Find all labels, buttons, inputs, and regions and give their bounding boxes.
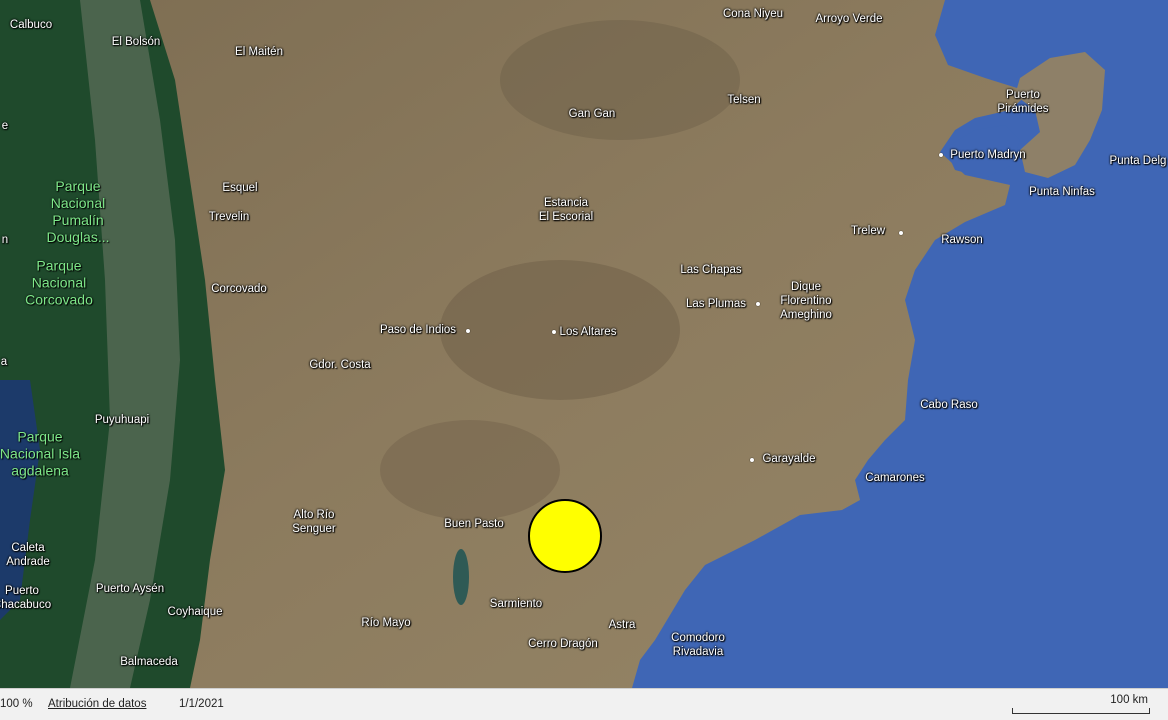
place-label-trelew: Trelew — [850, 225, 886, 237]
place-label-gdor-costa: Gdor. Costa — [309, 359, 371, 371]
place-label-calbuco: Calbuco — [9, 19, 53, 31]
place-label-caleta-andrade: Caleta Andrade — [6, 542, 50, 568]
place-label-puerto-aysen: Puerto Aysén — [95, 583, 165, 595]
park-label-corcovado: Parque Nacional Corcovado — [25, 257, 93, 308]
place-label-esquel: Esquel — [222, 182, 258, 194]
data-attribution-link[interactable]: Atribución de datos — [48, 698, 146, 710]
scale-label: 100 km — [1110, 694, 1148, 706]
place-label-trevelin: Trevelin — [208, 211, 250, 223]
place-label-astra: Astra — [608, 619, 636, 631]
scale-bar — [1012, 708, 1150, 714]
place-label-corcovado: Corcovado — [211, 283, 267, 295]
town-dot-los-altares — [552, 330, 556, 334]
place-label-cona-niyeu: Cona Niyeu — [722, 8, 784, 20]
dark-patch-2 — [500, 20, 740, 140]
edge-label-a: a — [0, 356, 8, 368]
place-label-cabo-raso: Cabo Raso — [920, 399, 978, 411]
place-label-comodoro-rivadavia: Comodoro Rivadavia — [671, 632, 725, 658]
place-label-rio-mayo: Río Mayo — [361, 617, 411, 629]
place-label-las-plumas: Las Plumas — [685, 298, 747, 310]
place-label-puerto-madryn: Puerto Madryn — [950, 149, 1026, 161]
place-label-rawson: Rawson — [941, 234, 983, 246]
zoom-level: 100 % — [0, 698, 33, 710]
park-label-isla-magdalena: Parque Nacional Isla agdalena — [0, 428, 81, 479]
lago-musters — [453, 549, 469, 605]
place-label-dique-florentino-ameghino: Dique Florentino Ameghino — [780, 281, 832, 321]
town-dot-garayalde — [750, 458, 754, 462]
place-label-balmaceda: Balmaceda — [120, 656, 178, 668]
place-label-las-chapas: Las Chapas — [680, 264, 742, 276]
place-label-puerto-piramides: Puerto Pirámides — [997, 89, 1049, 115]
place-label-el-maiten: El Maitén — [235, 46, 283, 58]
edge-label-n: n — [1, 234, 9, 246]
imagery-date: 1/1/2021 — [179, 698, 224, 710]
dark-patch-3 — [380, 420, 560, 520]
place-label-punta-ninfas: Punta Ninfas — [1029, 186, 1095, 198]
park-label-pumalin-douglas: Parque Nacional Pumalín Douglas... — [46, 178, 110, 245]
place-label-gan-gan: Gan Gan — [568, 108, 616, 120]
place-label-el-bolson: El Bolsón — [111, 36, 161, 48]
place-label-estancia-el-escorial: Estancia El Escorial — [538, 197, 594, 223]
town-dot-paso-de-indios — [466, 329, 470, 333]
edge-label-e: e — [1, 120, 9, 132]
town-dot-trelew — [899, 231, 903, 235]
status-bar: 100 % Atribución de datos 1/1/2021 100 k… — [0, 688, 1168, 720]
place-label-los-altares: Los Altares — [559, 326, 617, 338]
place-label-puerto-chacabuco: Puerto Chacabuco — [0, 585, 52, 611]
place-label-arroyo-verde: Arroyo Verde — [815, 13, 883, 25]
place-label-coyhaique: Coyhaique — [167, 606, 223, 618]
place-label-sarmiento: Sarmiento — [489, 598, 543, 610]
place-label-camarones: Camarones — [865, 472, 925, 484]
place-label-garayalde: Garayalde — [762, 453, 816, 465]
place-label-puyuhuapi: Puyuhuapi — [94, 414, 150, 426]
place-label-telsen: Telsen — [727, 94, 761, 106]
satellite-map[interactable]: Calbuco El Bolsón El Maitén Cona Niyeu A… — [0, 0, 1168, 688]
town-dot-las-plumas — [756, 302, 760, 306]
place-label-buen-pasto: Buen Pasto — [444, 518, 504, 530]
place-label-cerro-dragon: Cerro Dragón — [528, 638, 598, 650]
town-dot-puerto-madryn — [939, 153, 943, 157]
place-label-punta-delgada: Punta Delg — [1109, 155, 1167, 167]
terrain-layer — [0, 0, 1168, 688]
location-marker[interactable] — [528, 499, 602, 573]
place-label-alto-rio-senguer: Alto Río Senguer — [292, 509, 336, 535]
place-label-paso-de-indios: Paso de Indios — [379, 324, 457, 336]
